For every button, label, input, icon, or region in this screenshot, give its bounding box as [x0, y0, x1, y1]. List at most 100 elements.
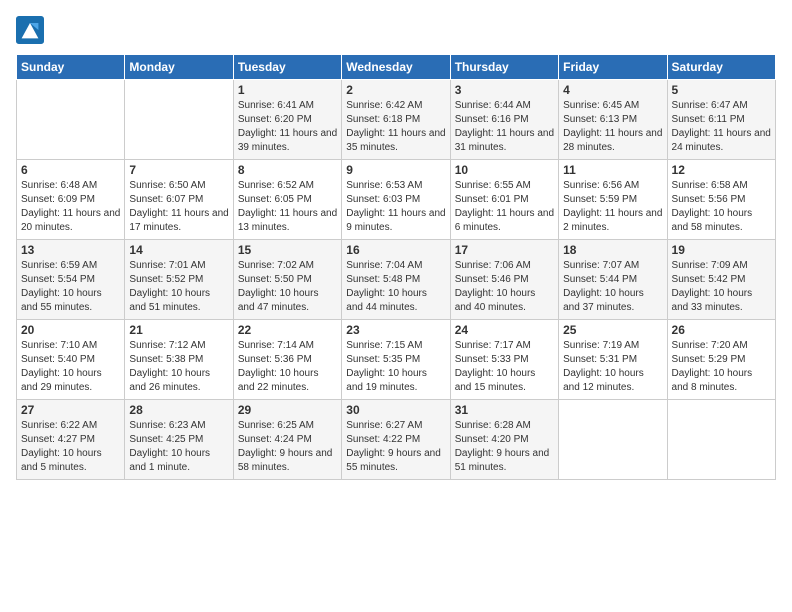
day-info: Sunrise: 6:48 AM Sunset: 6:09 PM Dayligh…: [21, 179, 120, 235]
calendar-cell: 11 Sunrise: 6:56 AM Sunset: 5:59 PM Dayli…: [559, 160, 667, 240]
header-day-saturday: Saturday: [667, 55, 775, 80]
day-info: Sunrise: 6:56 AM Sunset: 5:59 PM Dayligh…: [563, 179, 662, 235]
day-number: 26: [672, 323, 771, 337]
header-day-monday: Monday: [125, 55, 233, 80]
week-row-3: 13 Sunrise: 6:59 AM Sunset: 5:54 PM Dayli…: [17, 240, 776, 320]
day-info: Sunrise: 6:47 AM Sunset: 6:11 PM Dayligh…: [672, 99, 771, 155]
day-info: Sunrise: 6:58 AM Sunset: 5:56 PM Dayligh…: [672, 179, 771, 235]
calendar-cell: 13 Sunrise: 6:59 AM Sunset: 5:54 PM Dayli…: [17, 240, 125, 320]
day-info: Sunrise: 6:28 AM Sunset: 4:20 PM Dayligh…: [455, 419, 554, 475]
day-info: Sunrise: 7:09 AM Sunset: 5:42 PM Dayligh…: [672, 259, 771, 315]
day-number: 8: [238, 163, 337, 177]
calendar-cell: 16Sunrise: 7:04 AM Sunset: 5:48 PM Dayli…: [342, 240, 450, 320]
calendar-cell: 5 Sunrise: 6:47 AM Sunset: 6:11 PM Daylig…: [667, 80, 775, 160]
week-row-5: 27Sunrise: 6:22 AM Sunset: 4:27 PM Dayli…: [17, 400, 776, 480]
calendar-cell: 18Sunrise: 7:07 AM Sunset: 5:44 PM Dayli…: [559, 240, 667, 320]
calendar-cell: 9 Sunrise: 6:53 AM Sunset: 6:03 PM Daylig…: [342, 160, 450, 240]
day-info: Sunrise: 6:55 AM Sunset: 6:01 PM Dayligh…: [455, 179, 554, 235]
week-row-4: 20 Sunrise: 7:10 AM Sunset: 5:40 PM Dayli…: [17, 320, 776, 400]
calendar-cell: 15 Sunrise: 7:02 AM Sunset: 5:50 PM Dayli…: [233, 240, 341, 320]
calendar-cell: 14 Sunrise: 7:01 AM Sunset: 5:52 PM Dayli…: [125, 240, 233, 320]
day-info: Sunrise: 7:02 AM Sunset: 5:50 PM Dayligh…: [238, 259, 337, 315]
day-number: 28: [129, 403, 228, 417]
calendar-cell: 17 Sunrise: 7:06 AM Sunset: 5:46 PM Dayli…: [450, 240, 558, 320]
day-number: 14: [129, 243, 228, 257]
calendar-header: SundayMondayTuesdayWednesdayThursdayFrid…: [17, 55, 776, 80]
header-row: SundayMondayTuesdayWednesdayThursdayFrid…: [17, 55, 776, 80]
day-number: 21: [129, 323, 228, 337]
day-number: 3: [455, 83, 554, 97]
calendar-cell: [125, 80, 233, 160]
day-info: Sunrise: 6:45 AM Sunset: 6:13 PM Dayligh…: [563, 99, 662, 155]
calendar-cell: 30 Sunrise: 6:27 AM Sunset: 4:22 PM Dayli…: [342, 400, 450, 480]
calendar-cell: 12Sunrise: 6:58 AM Sunset: 5:56 PM Dayli…: [667, 160, 775, 240]
calendar-cell: 3 Sunrise: 6:44 AM Sunset: 6:16 PM Daylig…: [450, 80, 558, 160]
day-number: 7: [129, 163, 228, 177]
logo-icon: [16, 16, 44, 44]
day-number: 17: [455, 243, 554, 257]
day-number: 1: [238, 83, 337, 97]
header-day-sunday: Sunday: [17, 55, 125, 80]
day-info: Sunrise: 7:12 AM Sunset: 5:38 PM Dayligh…: [129, 339, 228, 395]
header-day-wednesday: Wednesday: [342, 55, 450, 80]
header-day-thursday: Thursday: [450, 55, 558, 80]
calendar-cell: 25 Sunrise: 7:19 AM Sunset: 5:31 PM Dayli…: [559, 320, 667, 400]
day-number: 13: [21, 243, 120, 257]
day-number: 20: [21, 323, 120, 337]
day-info: Sunrise: 7:20 AM Sunset: 5:29 PM Dayligh…: [672, 339, 771, 395]
day-info: Sunrise: 7:15 AM Sunset: 5:35 PM Dayligh…: [346, 339, 445, 395]
day-info: Sunrise: 6:53 AM Sunset: 6:03 PM Dayligh…: [346, 179, 445, 235]
day-number: 24: [455, 323, 554, 337]
logo: [16, 16, 46, 44]
calendar-cell: 8Sunrise: 6:52 AM Sunset: 6:05 PM Daylig…: [233, 160, 341, 240]
day-number: 23: [346, 323, 445, 337]
calendar-cell: 4Sunrise: 6:45 AM Sunset: 6:13 PM Daylig…: [559, 80, 667, 160]
day-number: 9: [346, 163, 445, 177]
calendar-cell: 22 Sunrise: 7:14 AM Sunset: 5:36 PM Dayli…: [233, 320, 341, 400]
header-day-tuesday: Tuesday: [233, 55, 341, 80]
calendar-cell: 28 Sunrise: 6:23 AM Sunset: 4:25 PM Dayli…: [125, 400, 233, 480]
day-number: 19: [672, 243, 771, 257]
day-info: Sunrise: 7:10 AM Sunset: 5:40 PM Dayligh…: [21, 339, 120, 395]
day-info: Sunrise: 7:07 AM Sunset: 5:44 PM Dayligh…: [563, 259, 662, 315]
day-info: Sunrise: 7:14 AM Sunset: 5:36 PM Dayligh…: [238, 339, 337, 395]
day-info: Sunrise: 7:06 AM Sunset: 5:46 PM Dayligh…: [455, 259, 554, 315]
calendar-cell: 6 Sunrise: 6:48 AM Sunset: 6:09 PM Daylig…: [17, 160, 125, 240]
day-number: 5: [672, 83, 771, 97]
day-info: Sunrise: 7:17 AM Sunset: 5:33 PM Dayligh…: [455, 339, 554, 395]
calendar-cell: 26 Sunrise: 7:20 AM Sunset: 5:29 PM Dayli…: [667, 320, 775, 400]
calendar-cell: 27Sunrise: 6:22 AM Sunset: 4:27 PM Dayli…: [17, 400, 125, 480]
day-info: Sunrise: 7:19 AM Sunset: 5:31 PM Dayligh…: [563, 339, 662, 395]
page-header: [16, 16, 776, 44]
calendar-cell: 24 Sunrise: 7:17 AM Sunset: 5:33 PM Dayli…: [450, 320, 558, 400]
day-info: Sunrise: 6:59 AM Sunset: 5:54 PM Dayligh…: [21, 259, 120, 315]
day-number: 15: [238, 243, 337, 257]
calendar-cell: 1 Sunrise: 6:41 AM Sunset: 6:20 PM Daylig…: [233, 80, 341, 160]
day-info: Sunrise: 6:27 AM Sunset: 4:22 PM Dayligh…: [346, 419, 445, 475]
day-number: 10: [455, 163, 554, 177]
calendar-cell: 19 Sunrise: 7:09 AM Sunset: 5:42 PM Dayli…: [667, 240, 775, 320]
day-number: 25: [563, 323, 662, 337]
day-number: 16: [346, 243, 445, 257]
calendar-cell: 29 Sunrise: 6:25 AM Sunset: 4:24 PM Dayli…: [233, 400, 341, 480]
day-info: Sunrise: 7:01 AM Sunset: 5:52 PM Dayligh…: [129, 259, 228, 315]
day-info: Sunrise: 6:25 AM Sunset: 4:24 PM Dayligh…: [238, 419, 337, 475]
day-number: 31: [455, 403, 554, 417]
calendar-cell: [667, 400, 775, 480]
day-info: Sunrise: 6:23 AM Sunset: 4:25 PM Dayligh…: [129, 419, 228, 475]
day-number: 29: [238, 403, 337, 417]
day-number: 22: [238, 323, 337, 337]
calendar-cell: 2Sunrise: 6:42 AM Sunset: 6:18 PM Daylig…: [342, 80, 450, 160]
calendar-body: 1 Sunrise: 6:41 AM Sunset: 6:20 PM Daylig…: [17, 80, 776, 480]
day-info: Sunrise: 6:44 AM Sunset: 6:16 PM Dayligh…: [455, 99, 554, 155]
day-number: 30: [346, 403, 445, 417]
day-number: 11: [563, 163, 662, 177]
calendar-cell: 21 Sunrise: 7:12 AM Sunset: 5:38 PM Dayli…: [125, 320, 233, 400]
day-number: 6: [21, 163, 120, 177]
header-day-friday: Friday: [559, 55, 667, 80]
day-info: Sunrise: 6:41 AM Sunset: 6:20 PM Dayligh…: [238, 99, 337, 155]
week-row-1: 1 Sunrise: 6:41 AM Sunset: 6:20 PM Daylig…: [17, 80, 776, 160]
day-info: Sunrise: 6:22 AM Sunset: 4:27 PM Dayligh…: [21, 419, 120, 475]
week-row-2: 6 Sunrise: 6:48 AM Sunset: 6:09 PM Daylig…: [17, 160, 776, 240]
calendar-cell: 10 Sunrise: 6:55 AM Sunset: 6:01 PM Dayli…: [450, 160, 558, 240]
